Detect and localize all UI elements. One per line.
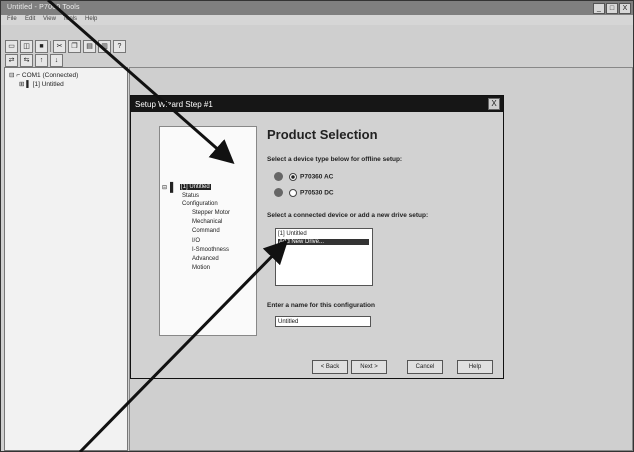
ac-drive-icon bbox=[274, 172, 283, 181]
close-window-button[interactable]: X bbox=[619, 3, 631, 14]
list-item-selected[interactable]: Add New Drive... bbox=[278, 239, 369, 245]
menu-help[interactable]: Help bbox=[85, 16, 97, 22]
config-name-input[interactable]: Untitled bbox=[275, 316, 371, 327]
menu-tools[interactable]: Tools bbox=[63, 16, 77, 22]
tree-item-com1[interactable]: ⊟ ⌐ COM1 (Connected) bbox=[9, 71, 78, 79]
radio-label: P70530 DC bbox=[300, 189, 334, 197]
cancel-button[interactable]: Cancel bbox=[407, 360, 443, 374]
back-button[interactable]: < Back bbox=[312, 360, 348, 374]
help-icon[interactable]: ? bbox=[113, 39, 126, 53]
nav-item-smoothness[interactable]: I-Smoothness bbox=[192, 247, 229, 253]
nav-item-motion[interactable]: Motion bbox=[192, 265, 210, 271]
wizard-nav-panel: ⊟ ▌ [1] Untitled Status Configuration St… bbox=[159, 126, 257, 336]
tree-item-untitled[interactable]: ⊞ ▌ [1] Untitled bbox=[19, 80, 64, 88]
radio-p70360-ac[interactable]: P70360 AC bbox=[289, 173, 333, 181]
print-icon[interactable]: ▥ bbox=[98, 39, 111, 53]
device-type-label: Select a device type below for offline s… bbox=[267, 156, 403, 163]
setup-wizard-dialog: Setup Wizard Step #1 X ⊟ ▌ [1] Untitled … bbox=[130, 95, 504, 379]
help-button[interactable]: Help bbox=[457, 360, 493, 374]
tree-item-label: COM1 (Connected) bbox=[21, 72, 79, 79]
connected-device-list[interactable]: [1] Untitled Add New Drive... bbox=[275, 228, 373, 286]
menu-bar: File Edit View Tools Help bbox=[1, 15, 633, 25]
application-window: Untitled - P7000 Tools _ □ X File Edit V… bbox=[0, 0, 634, 452]
dialog-titlebar[interactable]: Setup Wizard Step #1 X bbox=[131, 96, 503, 112]
page-title: Product Selection bbox=[267, 127, 378, 142]
list-item[interactable]: [1] Untitled bbox=[278, 231, 307, 237]
connect-icon[interactable]: ⇄ bbox=[5, 53, 18, 67]
toolbar-separator bbox=[50, 40, 51, 52]
maximize-button[interactable]: □ bbox=[606, 3, 618, 14]
port-icon: ⊟ ⌐ bbox=[9, 72, 21, 79]
radio-dot-icon bbox=[289, 189, 297, 197]
tree-item-label: [1] Untitled bbox=[32, 81, 64, 88]
open-folder-icon[interactable]: ◫ bbox=[20, 39, 33, 53]
dialog-title: Setup Wizard Step #1 bbox=[135, 100, 213, 109]
connected-device-label: Select a connected device or add a new d… bbox=[267, 212, 429, 219]
menu-file[interactable]: File bbox=[7, 16, 17, 22]
nav-item-configuration[interactable]: Configuration bbox=[182, 201, 218, 207]
radio-p70530-dc[interactable]: P70530 DC bbox=[289, 189, 334, 197]
cut-icon[interactable]: ✂ bbox=[53, 39, 66, 53]
menu-edit[interactable]: Edit bbox=[25, 16, 35, 22]
paste-icon[interactable]: ▤ bbox=[83, 39, 96, 53]
radio-label: P70360 AC bbox=[300, 173, 334, 181]
window-titlebar[interactable]: Untitled - P7000 Tools _ □ X bbox=[1, 1, 633, 15]
nav-item-advanced[interactable]: Advanced bbox=[192, 256, 219, 262]
menu-view[interactable]: View bbox=[43, 16, 56, 22]
drive-icon: ▌ bbox=[170, 182, 177, 192]
window-title: Untitled - P7000 Tools bbox=[7, 4, 80, 11]
nav-item-command[interactable]: Command bbox=[192, 228, 220, 234]
project-tree: ⊟ ⌐ COM1 (Connected) ⊞ ▌ [1] Untitled bbox=[4, 67, 128, 451]
dialog-close-button[interactable]: X bbox=[488, 98, 500, 110]
radio-dot-icon bbox=[289, 173, 297, 181]
secondary-toolbar: ⇄ ⇆ ↑ ↓ bbox=[5, 53, 63, 67]
main-toolbar: ▭ ◫ ■ ✂ ❐ ▤ ▥ ? bbox=[5, 39, 126, 53]
nav-item-stepper-motor[interactable]: Stepper Motor bbox=[192, 210, 230, 216]
copy-icon[interactable]: ❐ bbox=[68, 39, 81, 53]
drive-icon: ⊞ ▌ bbox=[19, 81, 31, 88]
minimize-button[interactable]: _ bbox=[593, 3, 605, 14]
dc-drive-icon bbox=[274, 188, 283, 197]
config-name-label: Enter a name for this configuration bbox=[267, 302, 375, 309]
nav-item-status[interactable]: Status bbox=[182, 193, 199, 199]
nav-item-mechanical[interactable]: Mechanical bbox=[192, 219, 222, 225]
upload-icon[interactable]: ↑ bbox=[35, 53, 48, 67]
download-icon[interactable]: ↓ bbox=[50, 53, 63, 67]
save-icon[interactable]: ■ bbox=[35, 39, 48, 53]
tree-expander-icon: ⊟ bbox=[162, 185, 168, 191]
disconnect-icon[interactable]: ⇆ bbox=[20, 53, 33, 67]
next-button[interactable]: Next > bbox=[351, 360, 387, 374]
new-file-icon[interactable]: ▭ bbox=[5, 39, 18, 53]
nav-item-io[interactable]: I/O bbox=[192, 238, 200, 244]
nav-item-untitled[interactable]: [1] Untitled bbox=[180, 184, 211, 190]
